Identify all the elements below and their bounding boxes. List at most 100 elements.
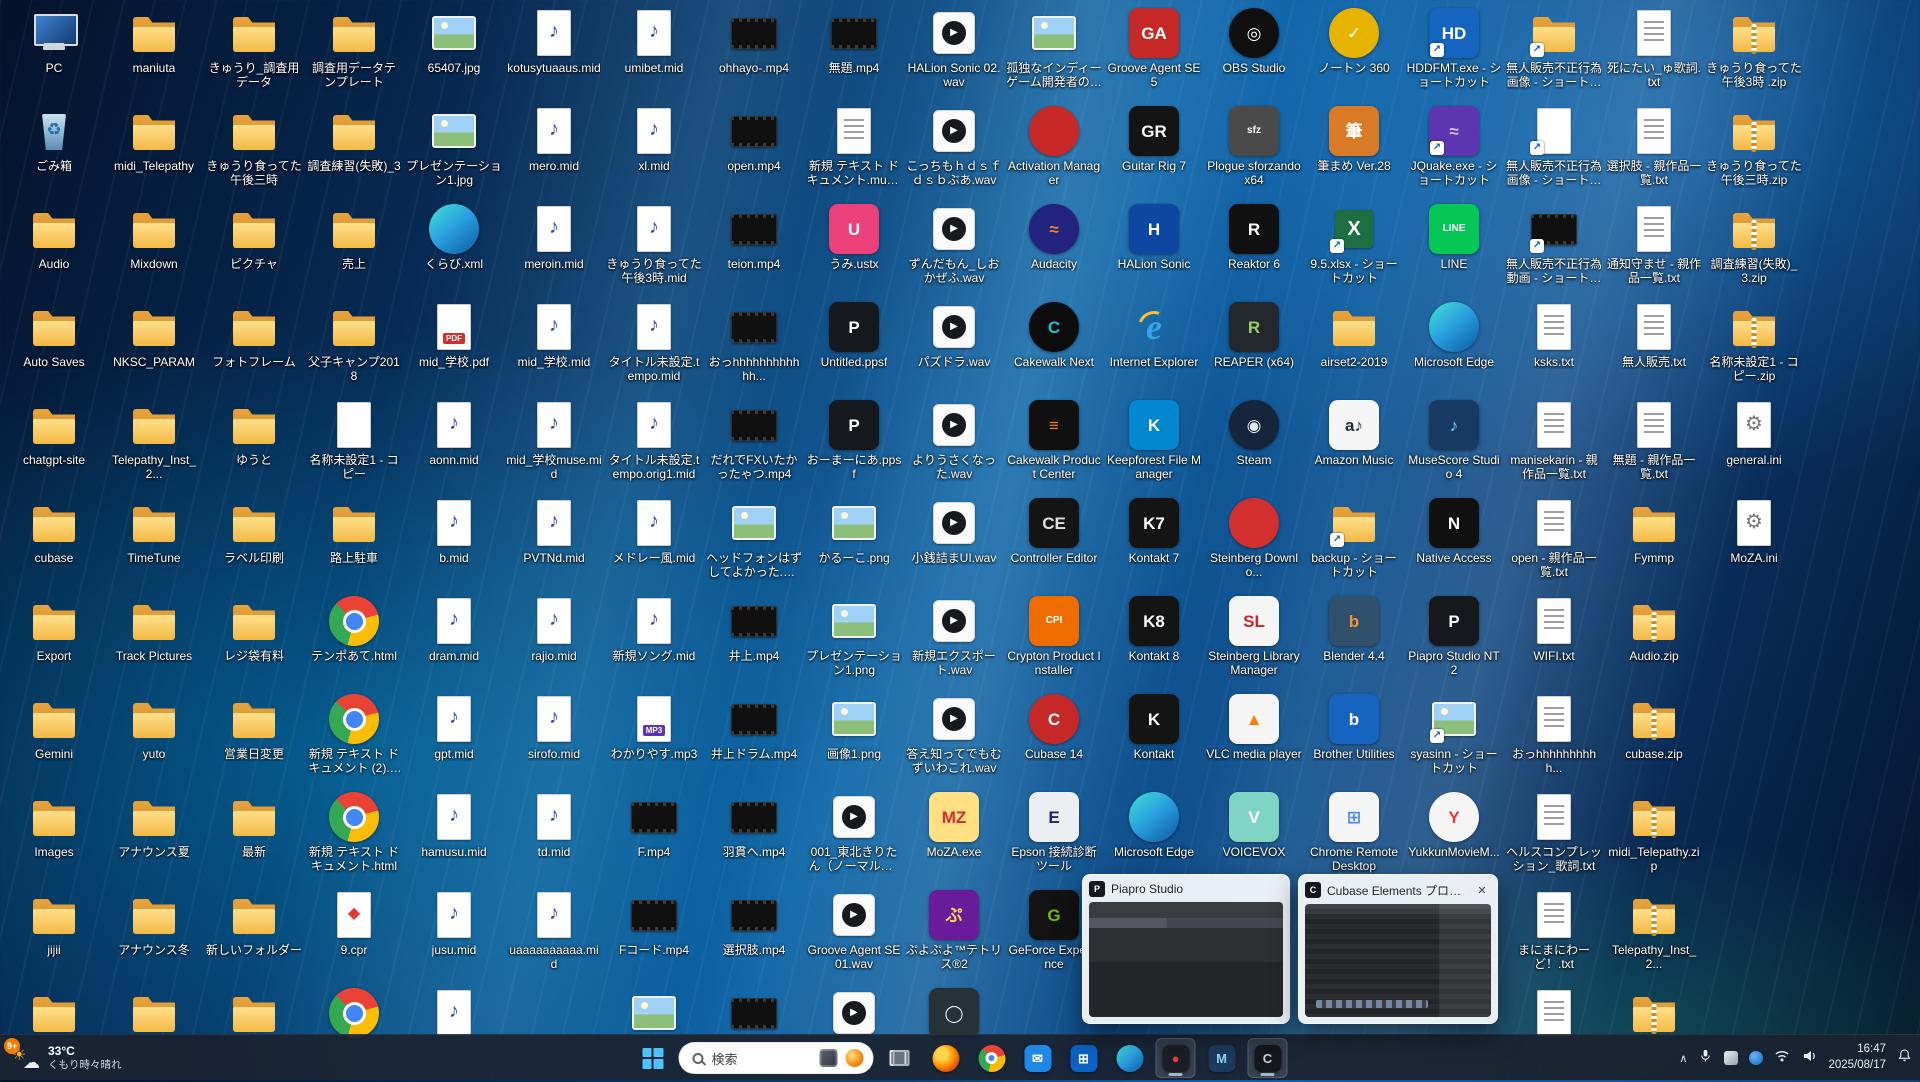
desktop-icon[interactable]: まにまにわーど！.txt [1504, 886, 1604, 984]
desktop-icon[interactable]: b.mid [404, 494, 504, 592]
desktop-icon[interactable]: yuto [104, 690, 204, 788]
desktop-icon[interactable]: 001_東北きりたん（ノーマル）_今じゃ... [804, 788, 904, 886]
desktop-icon[interactable]: mid_学校.mid [504, 298, 604, 396]
desktop-icon[interactable]: 路上駐車 [304, 494, 404, 592]
desktop-icon[interactable]: a♪ Amazon Music [1304, 396, 1404, 494]
desktop-icon[interactable]: P Untitled.ppsf [804, 298, 904, 396]
desktop-icon[interactable]: Y YukkunMovieM... [1404, 788, 1504, 886]
desktop-icon[interactable]: 答え知ってでもむずいわこれ.wav [904, 690, 1004, 788]
desktop-icon[interactable]: CE Controller Editor [1004, 494, 1104, 592]
desktop-icon[interactable]: ksks.txt [1504, 298, 1604, 396]
desktop-icon[interactable]: Audio.zip [1604, 592, 1704, 690]
desktop-icon[interactable]: アナウンス夏 [104, 788, 204, 886]
desktop-icon[interactable]: ↗ 無人販売不正行為画像 - ショートカッ... [1504, 4, 1604, 102]
desktop-icon[interactable]: Activation Manager [1004, 102, 1104, 200]
desktop-icon[interactable]: きゅうり食ってた午後三時 [204, 102, 304, 200]
desktop-icon[interactable]: cubase [4, 494, 104, 592]
desktop-icon[interactable]: 新規 テキスト ドキュメント.musicxml [804, 102, 904, 200]
desktop-icon[interactable]: 死にたい_ゅ歌詞.txt [1604, 4, 1704, 102]
desktop-icon[interactable]: 新規ソング.mid [604, 592, 704, 690]
desktop-icon[interactable]: ↗ syasinn - ショートカット [1404, 690, 1504, 788]
desktop-icon[interactable]: 井上ドラム.mp4 [704, 690, 804, 788]
desktop-icon[interactable]: uaaaaaaaaaa.mid [504, 886, 604, 984]
desktop-icon[interactable]: ヘッドフォンはずしてよかった.mp4 [704, 494, 804, 592]
taskbar-app-cubase[interactable]: C [1248, 1038, 1288, 1078]
desktop-icon[interactable]: 65407.jpg [404, 4, 504, 102]
desktop-icon[interactable]: K7 Kontakt 7 [1104, 494, 1204, 592]
preview-close-button[interactable]: ✕ [1473, 881, 1491, 899]
taskbar-app-musescore[interactable]: M [1202, 1038, 1242, 1078]
desktop-icon[interactable]: U うみ.ustx [804, 200, 904, 298]
desktop-icon[interactable]: おっhhhhhhhhhh... [1504, 690, 1604, 788]
desktop-icon[interactable]: だれでFXいたかったゃつ.mp4 [704, 396, 804, 494]
desktop-icon[interactable]: PVTNd.mid [504, 494, 604, 592]
desktop-icon[interactable]: b Brother Utilities [1304, 690, 1404, 788]
desktop-icon[interactable]: かるーこ.png [804, 494, 904, 592]
desktop-icon[interactable]: MZ MoZA.exe [904, 788, 1004, 886]
desktop-icon[interactable]: umibet.mid [604, 4, 704, 102]
desktop-icon[interactable]: アナウンス冬 [104, 886, 204, 984]
desktop-icon[interactable]: WIFI.txt [1504, 592, 1604, 690]
cubase-window-thumbnail[interactable] [1305, 904, 1491, 1017]
desktop-icon[interactable]: レジ袋有料 [204, 592, 304, 690]
desktop-icon[interactable]: ♪ MuseScore Studio 4 [1404, 396, 1504, 494]
desktop-icon[interactable]: ゆうと [204, 396, 304, 494]
desktop-icon[interactable]: K8 Kontakt 8 [1104, 592, 1204, 690]
desktop-icon[interactable]: gpt.mid [404, 690, 504, 788]
desktop-icon[interactable]: 名称未設定1 - コピー [304, 396, 404, 494]
volume-icon[interactable] [1801, 1048, 1817, 1069]
desktop-icon[interactable]: タイトル未設定.tempo.orig1.mid [604, 396, 704, 494]
desktop-icon[interactable]: PC [4, 4, 104, 102]
desktop-icon[interactable]: mero.mid [504, 102, 604, 200]
desktop-icon[interactable]: Fコード.mp4 [604, 886, 704, 984]
desktop-icon[interactable]: ohhayo-.mp4 [704, 4, 804, 102]
desktop-icon[interactable]: フォトフレーム [204, 298, 304, 396]
desktop-icon[interactable]: xl.mid [604, 102, 704, 200]
desktop-icon[interactable]: 調査用データテンプレート [304, 4, 404, 102]
desktop-icon[interactable]: ↗ 無人販売不正行為動画 - ショートカット [1504, 200, 1604, 298]
desktop-icon[interactable]: C Cakewalk Next [1004, 298, 1104, 396]
desktop-icon[interactable]: 営業日変更 [204, 690, 304, 788]
notification-bell-icon[interactable] [1897, 1048, 1912, 1068]
taskbar-app-mail[interactable]: ✉ [1018, 1038, 1058, 1078]
desktop-icon[interactable]: Steinberg Downlo... [1204, 494, 1304, 592]
desktop-icon[interactable]: meroin.mid [504, 200, 604, 298]
desktop-icon[interactable]: jusu.mid [404, 886, 504, 984]
desktop-icon[interactable]: メドレー風.mid [604, 494, 704, 592]
desktop-icon[interactable]: こっちもｈｄｓｆｄｓｂぶあ.wav [904, 102, 1004, 200]
desktop-icon[interactable]: midi_Telepathy [104, 102, 204, 200]
desktop-icon[interactable]: 羽貫へ.mp4 [704, 788, 804, 886]
desktop-icon[interactable]: N Native Access [1404, 494, 1504, 592]
desktop-icon[interactable]: td.mid [504, 788, 604, 886]
desktop-icon[interactable]: ≡ Cakewalk Product Center [1004, 396, 1104, 494]
desktop-icon[interactable]: ≈ Audacity [1004, 200, 1104, 298]
desktop-icon[interactable]: 小銭詰まUI.wav [904, 494, 1004, 592]
desktop-icon[interactable]: おっhhhhhhhhhhhh... [704, 298, 804, 396]
hidden-icons-chevron[interactable]: ∧ [1679, 1052, 1687, 1065]
desktop-icon[interactable]: くらび.xml [404, 200, 504, 298]
desktop-icon[interactable]: 新規 テキスト ドキュメント (2).html [304, 690, 404, 788]
desktop-icon[interactable]: open.mp4 [704, 102, 804, 200]
taskbar-app-task-view[interactable] [880, 1038, 920, 1078]
desktop-icon[interactable]: 画像1.png [804, 690, 904, 788]
taskbar-preview-piapro[interactable]: P Piapro Studio [1082, 874, 1290, 1024]
start-button[interactable] [633, 1038, 673, 1078]
desktop-icon[interactable]: rajio.mid [504, 592, 604, 690]
piapro-window-thumbnail[interactable] [1089, 902, 1283, 1017]
desktop-icon[interactable]: chatgpt-site [4, 396, 104, 494]
desktop-icon[interactable]: aonn.mid [404, 396, 504, 494]
taskbar-app-microsoft-store[interactable]: ⊞ [1064, 1038, 1104, 1078]
desktop-icon[interactable]: パズドラ.wav [904, 298, 1004, 396]
desktop-icon[interactable]: Auto Saves [4, 298, 104, 396]
taskbar-preview-cubase[interactable]: C Cubase Elements プロジェクト -... ✕ [1298, 874, 1498, 1024]
desktop-icon[interactable]: ヘルスコンプレッション_歌詞.txt [1504, 788, 1604, 886]
desktop-icon[interactable]: 最新 [204, 788, 304, 886]
desktop-icon[interactable]: manisekarin - 親作品一覧.txt [1504, 396, 1604, 494]
desktop-icon[interactable]: TimeTune [104, 494, 204, 592]
desktop-icon[interactable]: sirofo.mid [504, 690, 604, 788]
tray-blue-app-icon[interactable] [1749, 1051, 1763, 1065]
search-input[interactable]: 検索 [679, 1042, 874, 1074]
desktop-icon[interactable]: ごみ箱 [4, 102, 104, 200]
desktop-icon[interactable]: ↗ backup - ショートカット [1304, 494, 1404, 592]
desktop-icon[interactable]: Mixdown [104, 200, 204, 298]
